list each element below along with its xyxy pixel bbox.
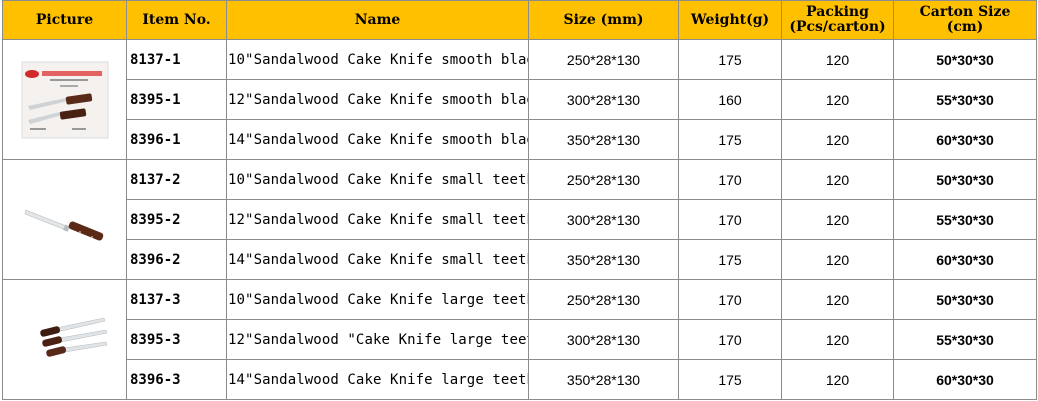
single-spatula-knife-icon [20,180,110,260]
product-name: 10"Sandalwood Cake Knife smooth blade [226,39,529,80]
product-name: 14"Sandalwood Cake Knife smooth blade [226,119,529,160]
carton-size: 60*30*30 [893,119,1037,160]
size: 300*28*130 [528,319,679,360]
weight: 175 [678,119,782,160]
size: 250*28*130 [528,39,679,80]
picture-cell [2,159,127,280]
carton-size: 50*30*30 [893,159,1037,200]
header-carton-line2: (cm) [946,19,984,35]
item-no: 8396-1 [126,119,227,160]
table-row: 8396-3 14"Sandalwood Cake Knife large te… [3,359,1037,400]
table-row: 8396-2 14"Sandalwood Cake Knife small te… [3,239,1037,280]
table-row: 8137-1 10"Sandalwood Cake Knife smooth b… [2,39,1037,160]
size: 300*28*130 [528,199,679,240]
weight: 175 [678,359,782,400]
product-name: 14"Sandalwood Cake Knife small teeth [226,239,529,280]
three-spatula-knives-icon [20,300,110,380]
weight: 170 [678,159,782,200]
header-size: Size (mm) [528,0,679,40]
item-no: 8396-2 [126,239,227,280]
packing: 120 [781,159,894,200]
packing: 120 [781,79,894,120]
size: 350*28*130 [528,119,679,160]
size: 350*28*130 [528,239,679,280]
knife-box-package-icon [20,60,110,140]
table-row: 8396-1 14"Sandalwood Cake Knife smooth b… [3,119,1037,160]
weight: 170 [678,319,782,360]
table-row: 8395-3 12"Sandalwood "Cake Knife large t… [3,319,1037,360]
carton-size: 55*30*30 [893,79,1037,120]
carton-size: 50*30*30 [893,39,1037,80]
size: 350*28*130 [528,359,679,400]
product-name: 10"Sandalwood Cake Knife large teeth [226,279,529,320]
weight: 175 [678,239,782,280]
item-no: 8395-1 [126,79,227,120]
product-table: Picture Item No. Name Size (mm) Weight(g… [2,0,1037,400]
packing: 120 [781,279,894,320]
packing: 120 [781,119,894,160]
weight: 160 [678,79,782,120]
table-row: 8395-1 12"Sandalwood Cake Knife smooth b… [3,79,1037,120]
table-row: 8137-3 10"Sandalwood Cake Knife large te… [2,279,1037,400]
carton-size: 55*30*30 [893,319,1037,360]
carton-size: 60*30*30 [893,359,1037,400]
header-packing-line2: (Pcs/carton) [789,19,886,35]
carton-size: 55*30*30 [893,199,1037,240]
item-no: 8137-2 [126,159,227,200]
header-row: Picture Item No. Name Size (mm) Weight(g… [2,0,1037,40]
picture-cell [2,279,127,400]
product-name: 10"Sandalwood Cake Knife small teeth [226,159,529,200]
weight: 170 [678,199,782,240]
packing: 120 [781,39,894,80]
header-carton: Carton Size (cm) [893,0,1037,40]
product-name: 14"Sandalwood Cake Knife large teeth [226,359,529,400]
product-name: 12"Sandalwood Cake Knife small teeth [226,199,529,240]
header-packing-line1: Packing [806,4,869,20]
header-weight: Weight(g) [678,0,782,40]
item-no: 8137-1 [126,39,227,80]
header-carton-line1: Carton Size [919,4,1011,20]
item-no: 8395-3 [126,319,227,360]
size: 300*28*130 [528,79,679,120]
size: 250*28*130 [528,279,679,320]
item-no: 8395-2 [126,199,227,240]
size: 250*28*130 [528,159,679,200]
picture-cell [2,39,127,160]
item-no: 8137-3 [126,279,227,320]
header-picture: Picture [2,0,127,40]
carton-size: 50*30*30 [893,279,1037,320]
header-item-no: Item No. [126,0,227,40]
product-name: 12"Sandalwood "Cake Knife large teeth [226,319,529,360]
packing: 120 [781,359,894,400]
weight: 175 [678,39,782,80]
header-packing: Packing (Pcs/carton) [781,0,894,40]
header-name: Name [226,0,529,40]
packing: 120 [781,239,894,280]
item-no: 8396-3 [126,359,227,400]
packing: 120 [781,199,894,240]
table-row: 8395-2 12"Sandalwood Cake Knife small te… [3,199,1037,240]
table-row: 8137-2 10"Sandalwood Cake Knife small te… [2,159,1037,280]
packing: 120 [781,319,894,360]
carton-size: 60*30*30 [893,239,1037,280]
weight: 170 [678,279,782,320]
product-name: 12"Sandalwood Cake Knife smooth blade [226,79,529,120]
